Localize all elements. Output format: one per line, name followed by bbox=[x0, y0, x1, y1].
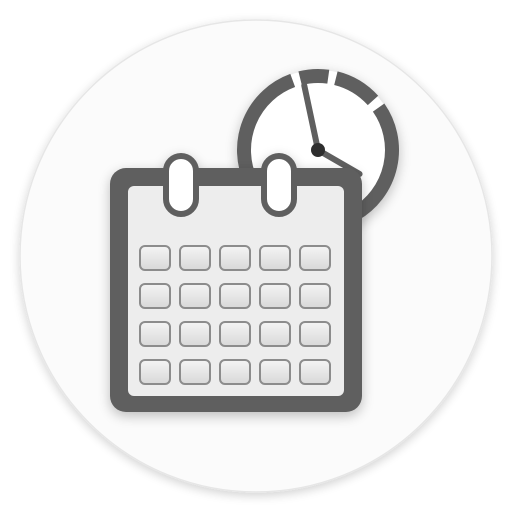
calendar-day-cell bbox=[179, 359, 211, 385]
calendar-day-cell bbox=[259, 245, 291, 271]
calendar-day-cell bbox=[219, 283, 251, 309]
icon-stage bbox=[0, 0, 512, 512]
calendar-day-cell bbox=[299, 321, 331, 347]
calendar-day-cell bbox=[179, 283, 211, 309]
calendar-day-cell bbox=[259, 359, 291, 385]
calendar-day-cell bbox=[219, 321, 251, 347]
calendar-day-cell bbox=[299, 359, 331, 385]
calendar-clock-icon bbox=[19, 19, 493, 493]
calendar-day-cell bbox=[299, 245, 331, 271]
calendar-ring-right bbox=[261, 153, 297, 217]
calendar-icon bbox=[110, 153, 362, 412]
clock-ring-segment bbox=[298, 69, 330, 86]
calendar-day-cell bbox=[139, 359, 171, 385]
calendar-day-cell bbox=[139, 283, 171, 309]
calendar-day-cell bbox=[219, 245, 251, 271]
calendar-day-cell bbox=[219, 359, 251, 385]
calendar-day-cell bbox=[139, 245, 171, 271]
calendar-day-cell bbox=[259, 283, 291, 309]
calendar-day-cell bbox=[259, 321, 291, 347]
calendar-day-cell bbox=[179, 245, 211, 271]
calendar-day-cell bbox=[139, 321, 171, 347]
calendar-ring-left bbox=[163, 153, 199, 217]
clock-center-pin bbox=[311, 143, 325, 157]
calendar-day-cell bbox=[179, 321, 211, 347]
calendar-day-cell bbox=[299, 283, 331, 309]
